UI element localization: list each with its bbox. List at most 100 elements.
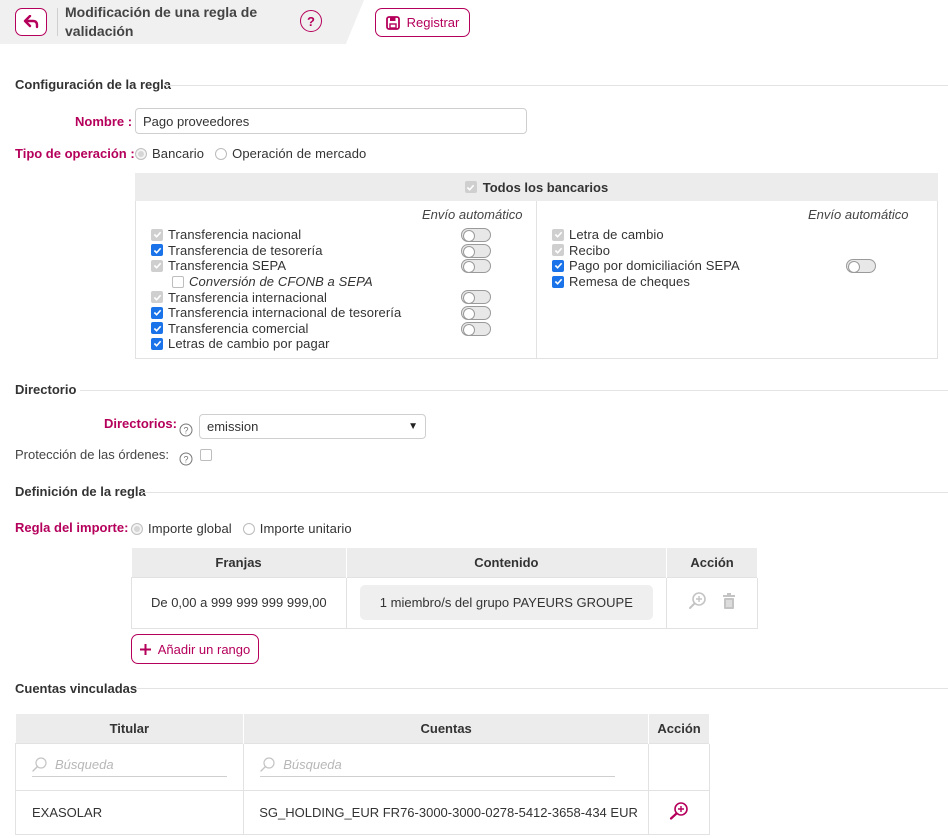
protection-help-icon[interactable]: ? bbox=[179, 452, 193, 469]
radio-importe-global[interactable] bbox=[131, 522, 143, 535]
envio-automatico-toggle[interactable] bbox=[461, 290, 491, 305]
todos-header: Todos los bancarios bbox=[135, 173, 938, 201]
envio-automatico-toggle[interactable] bbox=[461, 321, 491, 336]
ranges-table: Franjas Contenido Acción De 0,00 a 999 9… bbox=[131, 548, 758, 629]
accounts-table: Titular Cuentas Acción Búsqueda Búsqueda… bbox=[14, 714, 710, 835]
operation-checkbox[interactable] bbox=[151, 322, 163, 335]
table-row: EXASOLAR SG_HOLDING_EUR FR76-3000-3000-0… bbox=[14, 789, 710, 835]
name-label: Nombre : bbox=[75, 114, 133, 129]
radio-mercado-label: Operación de mercado bbox=[232, 146, 367, 161]
operation-item: Transferencia comercial bbox=[151, 321, 531, 337]
register-button[interactable]: Registrar bbox=[375, 8, 470, 37]
envio-label-left: Envío automático bbox=[422, 207, 523, 222]
radio-bancario-label: Bancario bbox=[152, 146, 205, 161]
contenido-cell: 1 miembro/s del grupo PAYEURS GROUPE bbox=[345, 576, 668, 629]
radio-mercado[interactable] bbox=[215, 147, 228, 160]
section-title-cuentas: Cuentas vinculadas bbox=[15, 681, 138, 696]
operation-label: Transferencia nacional bbox=[168, 227, 302, 243]
dirs-help-icon[interactable]: ? bbox=[179, 423, 193, 440]
col-accion: Acción bbox=[648, 714, 710, 743]
col-cuentas: Cuentas bbox=[243, 714, 650, 743]
envio-automatico-toggle[interactable] bbox=[461, 243, 491, 258]
operation-label: Pago por domiciliación SEPA bbox=[569, 258, 740, 274]
col-titular: Titular bbox=[15, 714, 245, 743]
titular-search-input[interactable]: Búsqueda bbox=[32, 757, 228, 777]
operation-checkbox[interactable] bbox=[552, 259, 564, 272]
header-divider bbox=[57, 8, 58, 36]
accion-cell bbox=[648, 789, 710, 835]
dirs-select-value: emission bbox=[207, 419, 259, 434]
titular-cell: EXASOLAR bbox=[14, 789, 245, 835]
trash-icon[interactable] bbox=[722, 593, 736, 612]
operation-checkbox[interactable] bbox=[552, 228, 564, 241]
operation-item: Transferencia de tesorería bbox=[151, 243, 531, 259]
operation-label: Transferencia SEPA bbox=[168, 258, 287, 274]
titular-search-cell: Búsqueda bbox=[14, 742, 245, 791]
operation-label: Letra de cambio bbox=[569, 227, 664, 243]
back-button[interactable] bbox=[15, 8, 47, 36]
operation-checkbox[interactable] bbox=[151, 244, 163, 257]
chevron-down-icon: ▼ bbox=[408, 421, 418, 432]
cuenta-cell: SG_HOLDING_EUR FR76-3000-3000-0278-5412-… bbox=[243, 789, 650, 835]
cuentas-search-placeholder: Búsqueda bbox=[283, 756, 342, 772]
protection-label: Protección de las órdenes: bbox=[15, 447, 169, 462]
accion-cell bbox=[666, 576, 758, 629]
todos-label: Todos los bancarios bbox=[482, 179, 609, 195]
zoom-in-icon[interactable] bbox=[668, 801, 690, 824]
operation-item: Recibo bbox=[552, 243, 922, 259]
operation-item: Remesa de cheques bbox=[552, 274, 922, 290]
radio-importe-unitario-label: Importe unitario bbox=[259, 521, 352, 536]
operation-label: Letras de cambio por pagar bbox=[168, 336, 330, 352]
todos-checkbox[interactable] bbox=[464, 181, 477, 193]
cuentas-search-input[interactable]: Búsqueda bbox=[260, 756, 616, 777]
envio-automatico-toggle[interactable] bbox=[461, 228, 491, 242]
dirs-select[interactable]: emission ▼ bbox=[199, 414, 426, 439]
operation-checkbox[interactable] bbox=[151, 306, 163, 319]
envio-automatico-toggle[interactable] bbox=[461, 305, 491, 320]
section-divider bbox=[165, 85, 948, 86]
operation-checkbox[interactable] bbox=[552, 244, 564, 257]
right-operation-list: Letra de cambio Recibo Pago por domiciliac… bbox=[552, 227, 922, 289]
svg-text:?: ? bbox=[183, 426, 188, 436]
operation-item: Letra de cambio bbox=[552, 227, 922, 243]
operation-checkbox[interactable] bbox=[151, 228, 163, 241]
accion-search-cell bbox=[648, 742, 710, 791]
section-title-config: Configuración de la regla bbox=[15, 77, 172, 92]
zoom-in-icon[interactable] bbox=[688, 591, 708, 614]
dirs-label: Directorios: bbox=[104, 416, 177, 431]
back-arrow-icon bbox=[23, 15, 39, 29]
panel-divider bbox=[536, 201, 537, 359]
operation-item: Letras de cambio por pagar bbox=[151, 336, 531, 352]
group-pill[interactable]: 1 miembro/s del grupo PAYEURS GROUPE bbox=[359, 585, 653, 620]
operation-checkbox[interactable] bbox=[172, 275, 184, 288]
search-row: Búsqueda Búsqueda bbox=[14, 742, 710, 791]
operation-checkbox[interactable] bbox=[151, 337, 163, 350]
operation-item: Pago por domiciliación SEPA bbox=[552, 258, 922, 274]
page-title: Modificación de una regla de validación bbox=[65, 4, 258, 39]
radio-bancario[interactable] bbox=[135, 147, 147, 160]
add-range-button[interactable]: Añadir un rango bbox=[131, 634, 259, 664]
plus-icon bbox=[139, 643, 151, 655]
col-accion: Acción bbox=[666, 548, 758, 577]
operation-checkbox[interactable] bbox=[151, 291, 163, 304]
operation-item: Transferencia internacional de tesorería bbox=[151, 305, 531, 321]
operation-item: Transferencia SEPA bbox=[151, 258, 531, 274]
radio-importe-unitario[interactable] bbox=[242, 522, 255, 535]
help-icon[interactable]: ? bbox=[300, 10, 322, 32]
envio-label-right: Envío automático bbox=[808, 207, 909, 222]
operation-item: Transferencia nacional bbox=[151, 227, 531, 243]
operation-label: Remesa de cheques bbox=[569, 274, 690, 290]
envio-automatico-toggle[interactable] bbox=[846, 259, 876, 274]
operation-label: Transferencia comercial bbox=[168, 320, 309, 336]
operation-item: Transferencia internacional bbox=[151, 289, 531, 305]
section-divider bbox=[80, 390, 948, 391]
operation-label: Conversión de CFONB a SEPA bbox=[189, 274, 373, 290]
operation-checkbox[interactable] bbox=[151, 259, 163, 272]
envio-automatico-toggle[interactable] bbox=[461, 259, 491, 274]
operation-checkbox[interactable] bbox=[552, 275, 564, 288]
section-divider bbox=[134, 688, 948, 689]
cuentas-search-cell: Búsqueda bbox=[243, 742, 650, 791]
protection-checkbox[interactable] bbox=[200, 449, 212, 461]
name-input[interactable] bbox=[135, 108, 527, 134]
operation-label: Transferencia de tesorería bbox=[168, 242, 323, 258]
